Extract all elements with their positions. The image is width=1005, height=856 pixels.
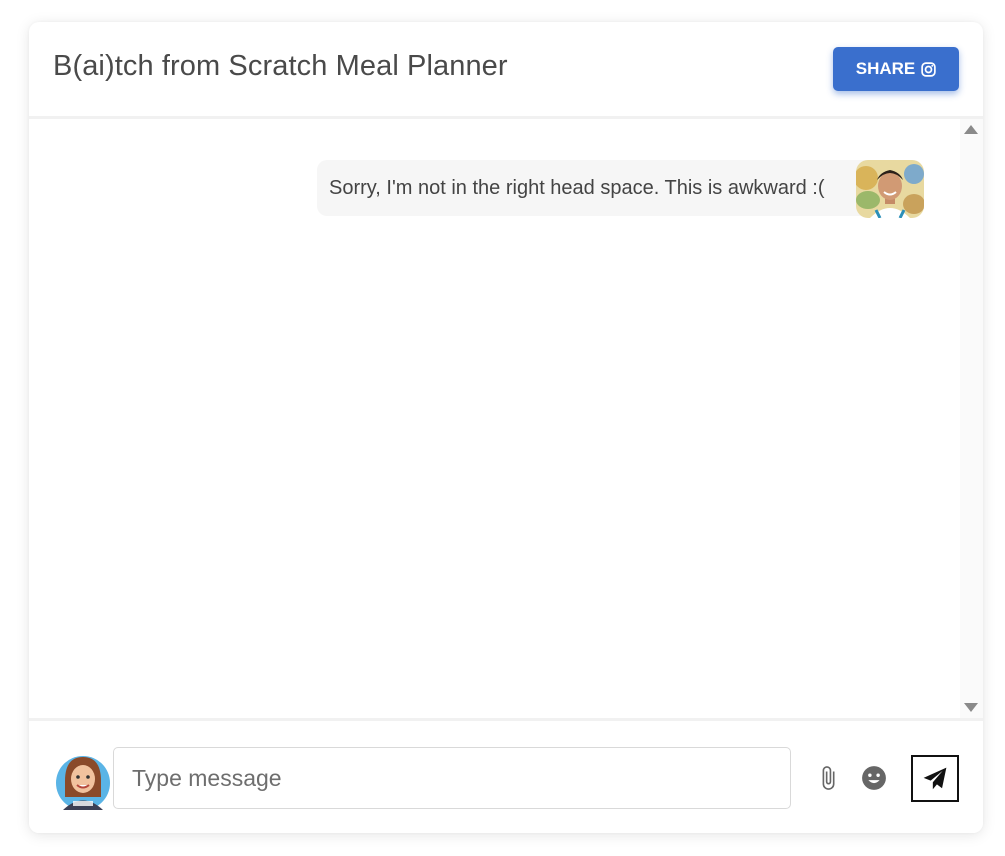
scroll-down-arrow-icon[interactable] [964, 703, 978, 712]
message-bubble: Sorry, I'm not in the right head space. … [317, 160, 923, 216]
paperclip-icon[interactable] [815, 765, 841, 791]
page-title: B(ai)tch from Scratch Meal Planner [53, 50, 508, 82]
share-button-label: SHARE [855, 59, 916, 78]
chef-avatar [856, 160, 924, 218]
smiley-icon[interactable] [861, 765, 887, 791]
paper-plane-icon [923, 767, 947, 789]
user-avatar [55, 751, 111, 811]
chat-window: B(ai)tch from Scratch Meal Planner SHARE… [29, 22, 983, 833]
send-button[interactable] [911, 755, 959, 802]
instagram-icon [921, 61, 936, 77]
message-list[interactable]: Sorry, I'm not in the right head space. … [29, 119, 983, 718]
share-button[interactable]: SHARE [833, 47, 959, 91]
message-text: Sorry, I'm not in the right head space. … [329, 177, 825, 199]
message-input[interactable] [113, 747, 791, 809]
scroll-up-arrow-icon[interactable] [964, 125, 978, 134]
scrollbar[interactable] [960, 119, 983, 718]
chat-header: B(ai)tch from Scratch Meal Planner SHARE [29, 22, 983, 119]
message-composer [29, 718, 983, 833]
